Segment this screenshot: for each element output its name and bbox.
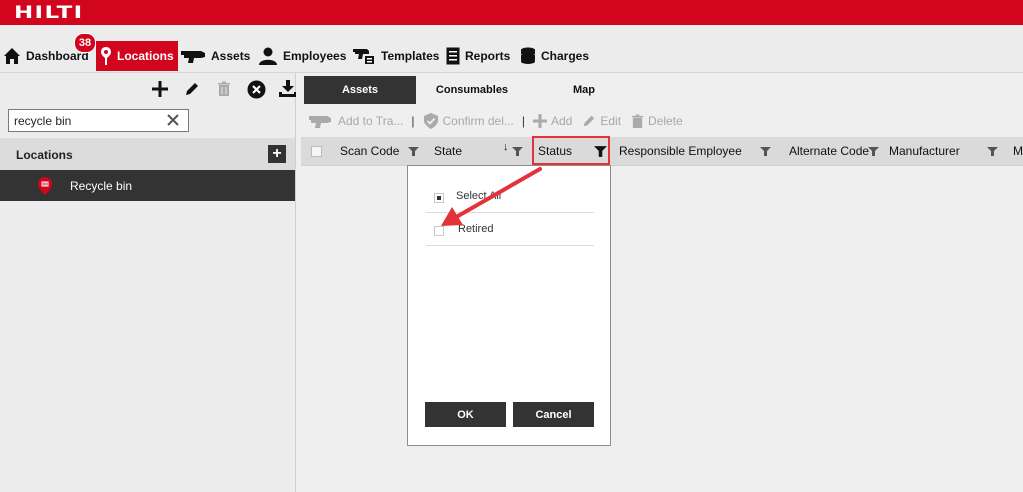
location-search-field[interactable] bbox=[8, 109, 189, 132]
filter-option-retired[interactable]: Retired bbox=[426, 214, 594, 246]
select-all-label: Select All bbox=[456, 190, 502, 202]
report-icon bbox=[446, 47, 460, 65]
tab-map[interactable]: Map bbox=[528, 76, 640, 104]
notification-badge: 38 bbox=[74, 33, 96, 53]
locations-header-label: Locations bbox=[16, 148, 73, 162]
nav-templates-label: Templates bbox=[381, 49, 440, 63]
tab-consumables[interactable]: Consumables bbox=[416, 76, 528, 104]
locations-toolbar bbox=[150, 79, 298, 99]
assets-grid-header: Scan Code State ↓ Status Responsible Emp… bbox=[301, 137, 1023, 166]
tab-bar: Assets Consumables Map bbox=[304, 76, 640, 104]
add-asset-button[interactable]: Add bbox=[532, 114, 573, 128]
delete-trash-icon[interactable] bbox=[214, 79, 234, 99]
nav-templates[interactable]: Templates bbox=[352, 42, 439, 70]
hilti-logo[interactable]: HILTI bbox=[14, 5, 84, 22]
column-responsible-employee[interactable]: Responsible Employee bbox=[619, 137, 779, 165]
column-more-label: M bbox=[1013, 144, 1023, 158]
cancel-button[interactable]: Cancel bbox=[513, 402, 594, 427]
location-search-input[interactable] bbox=[9, 110, 169, 131]
delete-asset-button[interactable]: Delete bbox=[631, 114, 683, 129]
filter-icon[interactable] bbox=[868, 146, 879, 157]
column-alternate-code-label: Alternate Code bbox=[789, 144, 870, 158]
sort-desc-icon[interactable]: ↓ bbox=[503, 141, 509, 153]
separator: | bbox=[411, 114, 415, 128]
clear-search-icon[interactable] bbox=[166, 113, 180, 127]
nav-employees[interactable]: Employees bbox=[258, 42, 346, 70]
assets-panel: Assets Consumables Map Add to Tra... | C… bbox=[296, 73, 1023, 492]
select-all-rows-checkbox[interactable] bbox=[311, 146, 322, 157]
nav-assets[interactable]: Assets bbox=[180, 42, 250, 70]
download-icon[interactable] bbox=[278, 79, 298, 99]
database-icon bbox=[520, 47, 536, 65]
top-bar: HILTI bbox=[0, 0, 1023, 25]
filter-icon[interactable] bbox=[408, 146, 419, 157]
filter-icon[interactable] bbox=[760, 146, 771, 157]
edit-asset-button[interactable]: Edit bbox=[582, 114, 621, 128]
main-nav: Dashboard 38 Locations Assets Employees … bbox=[0, 25, 1023, 73]
nav-employees-label: Employees bbox=[283, 49, 347, 63]
location-row-label: Recycle bin bbox=[70, 179, 133, 193]
add-label: Add bbox=[550, 114, 573, 128]
separator: | bbox=[521, 114, 525, 128]
column-manufacturer-label: Manufacturer bbox=[889, 144, 960, 158]
plus-icon bbox=[532, 114, 547, 128]
add-to-transfer-button[interactable]: Add to Tra... bbox=[308, 113, 403, 129]
home-icon bbox=[3, 47, 21, 65]
nav-locations[interactable]: Locations bbox=[96, 41, 178, 71]
confirm-delivery-label: Confirm del... bbox=[442, 114, 514, 128]
column-state[interactable]: State ↓ bbox=[434, 137, 524, 165]
column-manufacturer[interactable]: Manufacturer bbox=[889, 137, 1004, 165]
location-row-recycle-bin[interactable]: Recycle bin bbox=[0, 170, 295, 201]
column-scan-code[interactable]: Scan Code bbox=[340, 137, 426, 165]
tab-assets[interactable]: Assets bbox=[304, 76, 416, 104]
column-scan-code-label: Scan Code bbox=[340, 144, 400, 158]
locations-panel: Locations + Recycle bin bbox=[0, 73, 298, 492]
ok-button[interactable]: OK bbox=[425, 402, 506, 427]
transfer-tool-icon bbox=[309, 116, 331, 128]
column-responsible-employee-label: Responsible Employee bbox=[619, 144, 742, 158]
retired-checkbox[interactable] bbox=[434, 226, 444, 236]
nav-assets-label: Assets bbox=[211, 49, 251, 63]
person-icon bbox=[258, 47, 278, 65]
location-pin-icon bbox=[100, 46, 112, 66]
recycle-location-pin-icon bbox=[37, 176, 53, 199]
asset-actions-toolbar: Add to Tra... | Confirm del... | Add Edi… bbox=[296, 105, 1023, 137]
confirm-delivery-button[interactable]: Confirm del... bbox=[423, 112, 514, 130]
add-to-transfer-label: Add to Tra... bbox=[338, 114, 404, 128]
add-icon[interactable] bbox=[150, 79, 170, 99]
status-column-highlight bbox=[532, 136, 610, 165]
retired-label: Retired bbox=[458, 223, 494, 235]
template-icon bbox=[352, 47, 376, 65]
cancel-circle-icon[interactable] bbox=[246, 79, 266, 99]
nav-reports-label: Reports bbox=[465, 49, 511, 63]
nav-charges-label: Charges bbox=[541, 49, 590, 63]
delete-label: Delete bbox=[648, 114, 683, 128]
select-all-checkbox[interactable] bbox=[434, 193, 444, 203]
nav-charges[interactable]: Charges bbox=[520, 42, 589, 70]
add-location-button[interactable]: + bbox=[268, 145, 286, 163]
filter-icon[interactable] bbox=[987, 146, 998, 157]
column-alternate-code[interactable]: Alternate Code bbox=[789, 137, 879, 165]
shield-check-icon bbox=[423, 113, 438, 129]
nav-reports[interactable]: Reports bbox=[446, 42, 510, 70]
edit-pencil-icon bbox=[584, 115, 595, 127]
column-more[interactable]: M bbox=[1013, 137, 1023, 165]
edit-pencil-icon[interactable] bbox=[182, 79, 202, 99]
delete-trash-icon bbox=[631, 114, 644, 128]
column-state-label: State bbox=[434, 144, 463, 158]
locations-header: Locations + bbox=[0, 138, 295, 170]
tool-icon bbox=[180, 48, 206, 64]
status-filter-popup: Select All Retired OK Cancel bbox=[407, 165, 611, 446]
edit-label: Edit bbox=[600, 114, 622, 128]
nav-locations-label: Locations bbox=[117, 49, 174, 63]
filter-icon[interactable] bbox=[512, 146, 523, 157]
filter-option-select-all[interactable]: Select All bbox=[426, 181, 594, 213]
